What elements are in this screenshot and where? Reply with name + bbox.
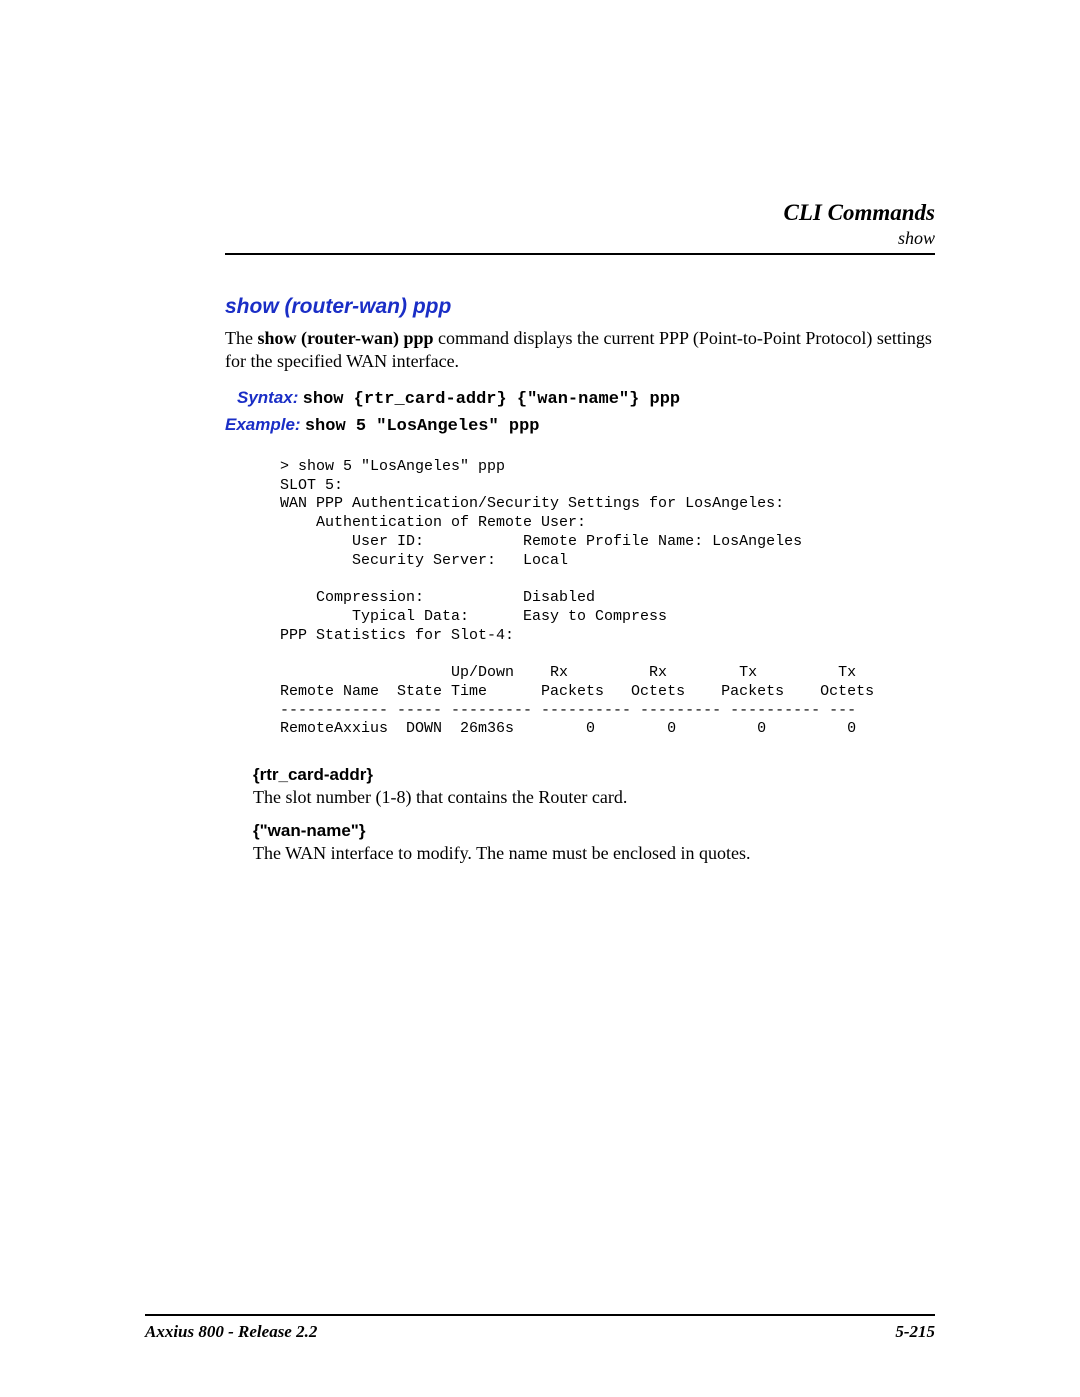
example-label: Example: (225, 415, 301, 434)
param-name-rtr-card-addr: {rtr_card-addr} (253, 765, 935, 785)
footer-row: Axxius 800 - Release 2.2 5-215 (145, 1322, 935, 1342)
header-subtitle: show (225, 228, 935, 249)
param-desc-wan-name: The WAN interface to modify. The name mu… (253, 842, 935, 865)
footer-right: 5-215 (895, 1322, 935, 1342)
syntax-command: show {rtr_card-addr} {"wan-name"} ppp (303, 390, 680, 409)
param-name-wan-name: {"wan-name"} (253, 821, 935, 841)
header-rule (225, 253, 935, 255)
footer-left: Axxius 800 - Release 2.2 (145, 1322, 317, 1342)
cli-output-block: > show 5 "LosAngeles" ppp SLOT 5: WAN PP… (280, 458, 935, 739)
section-title: show (router-wan) ppp (225, 295, 935, 319)
footer-rule (145, 1314, 935, 1316)
page-header: CLI Commands show (225, 200, 935, 249)
param-desc-rtr-card-addr: The slot number (1-8) that contains the … (253, 786, 935, 809)
intro-pre: The (225, 328, 257, 348)
header-title: CLI Commands (225, 200, 935, 226)
syntax-label: Syntax: (237, 388, 298, 407)
page-footer: Axxius 800 - Release 2.2 5-215 (145, 1314, 935, 1342)
syntax-line: Syntax: show {rtr_card-addr} {"wan-name"… (237, 388, 935, 409)
example-line: Example: show 5 "LosAngeles" ppp (225, 415, 935, 436)
intro-paragraph: The show (router-wan) ppp command displa… (225, 327, 935, 374)
intro-bold: show (router-wan) ppp (257, 328, 433, 348)
page: CLI Commands show show (router-wan) ppp … (0, 0, 1080, 1397)
example-command: show 5 "LosAngeles" ppp (305, 417, 540, 436)
